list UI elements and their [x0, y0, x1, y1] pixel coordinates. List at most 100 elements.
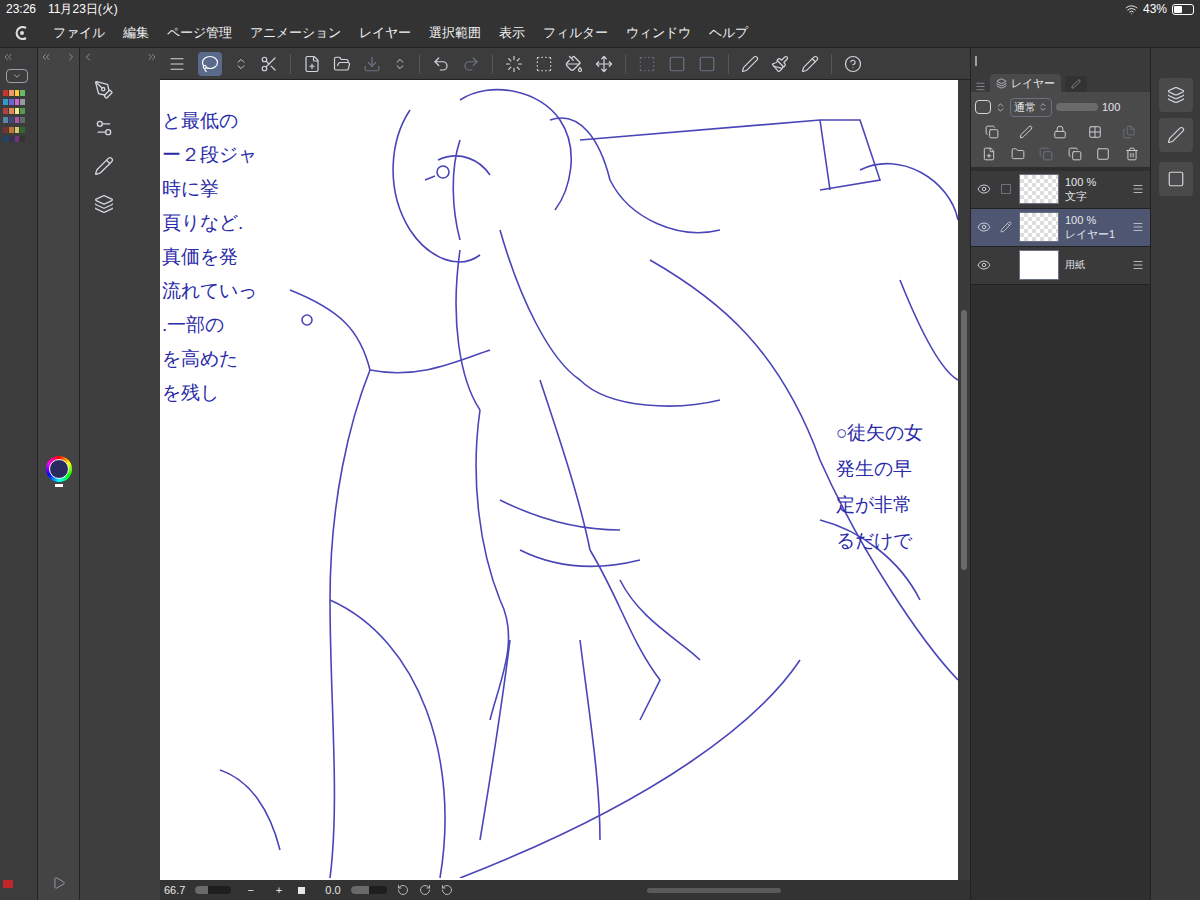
zoom-value[interactable]: 66.7 [164, 882, 185, 899]
pen-tool-icon[interactable] [94, 80, 114, 100]
fill-icon[interactable] [565, 55, 583, 73]
lasso-icon[interactable] [201, 55, 219, 73]
visibility-toggle[interactable] [977, 182, 993, 196]
reset-rotation-icon[interactable] [441, 884, 453, 896]
opacity-slider[interactable] [1056, 103, 1098, 111]
color-wheel-icon[interactable] [46, 456, 72, 482]
tool-icon[interactable] [260, 55, 278, 73]
brush-icon[interactable] [94, 156, 114, 176]
eye-icon[interactable] [977, 258, 991, 272]
other-tab[interactable] [1065, 76, 1087, 92]
selection-mode-button[interactable] [198, 52, 222, 76]
color-swatch[interactable] [15, 136, 20, 142]
collapse-icon[interactable] [2, 51, 14, 63]
visibility-toggle[interactable] [977, 220, 993, 234]
color-swatch[interactable] [20, 127, 25, 133]
switch-icon[interactable] [995, 102, 1006, 113]
new-layer-icon[interactable] [982, 147, 996, 161]
select-all-icon[interactable] [535, 55, 553, 73]
lock-transparency-icon[interactable] [1088, 125, 1102, 139]
pencil-icon[interactable] [801, 55, 819, 73]
brush-icon[interactable] [771, 55, 789, 73]
blend-mode-dropdown[interactable]: 通常 [1010, 98, 1052, 117]
property-icon[interactable] [1071, 79, 1081, 89]
color-swatch[interactable] [3, 90, 8, 96]
menu-item[interactable]: ヘルプ [700, 23, 757, 43]
border-icon[interactable] [698, 55, 716, 73]
dock-other-button[interactable] [1159, 162, 1193, 196]
new-folder-icon[interactable] [1011, 147, 1025, 161]
palette-dropdown[interactable] [0, 66, 37, 86]
visibility-toggle[interactable] [977, 258, 993, 272]
open-icon[interactable] [333, 55, 351, 73]
deselect-icon[interactable] [505, 55, 523, 73]
color-swatch[interactable] [3, 99, 8, 105]
scrollbar-thumb[interactable] [961, 310, 967, 570]
merge-icon[interactable] [1068, 147, 1082, 161]
expand-icon[interactable] [146, 51, 158, 63]
layer-row[interactable]: 100 %文字 [971, 171, 1150, 209]
ruler-icon[interactable] [741, 55, 759, 73]
current-color-icon[interactable] [3, 880, 13, 888]
reference-icon[interactable] [1019, 125, 1033, 139]
clip-icon[interactable] [985, 125, 999, 139]
menu-item[interactable]: アニメーション [241, 23, 350, 43]
mask-create-icon[interactable] [1096, 147, 1110, 161]
canvas[interactable]: と最低のー２段ジャ時に挙頁りなど.真価を発流れていっ.一部のを高めたを残し○徒矢… [160, 80, 958, 880]
chevron-down-icon[interactable] [12, 71, 22, 81]
color-swatch[interactable] [3, 127, 8, 133]
clear-icon[interactable] [638, 55, 656, 73]
subcolor-icon[interactable] [55, 484, 63, 487]
checkbox[interactable] [1001, 184, 1011, 194]
collapse-icon[interactable] [82, 51, 94, 63]
property-icon[interactable] [1167, 126, 1185, 144]
layer-row[interactable]: 用紙 [971, 247, 1150, 285]
color-swatch[interactable] [15, 117, 20, 123]
color-swatch[interactable] [20, 90, 25, 96]
layer-tab[interactable]: レイヤー [990, 74, 1061, 92]
color-swatch[interactable] [9, 99, 14, 105]
rotate-right-icon[interactable] [419, 884, 431, 896]
layers-icon[interactable] [1167, 86, 1185, 104]
layers-icon[interactable] [996, 78, 1007, 89]
menu-item[interactable]: ウィンドウ [617, 23, 700, 43]
layer-menu-icon[interactable] [1132, 221, 1144, 233]
app-logo-icon[interactable] [0, 24, 44, 42]
color-swatch[interactable] [3, 108, 8, 114]
fit-icon[interactable] [298, 887, 305, 894]
save-icon[interactable] [363, 55, 381, 73]
undo-icon[interactable] [432, 55, 450, 73]
color-swatch[interactable] [9, 90, 14, 96]
panel-menu-icon[interactable] [975, 81, 986, 92]
switch-icon[interactable] [234, 57, 248, 71]
lock-icon[interactable] [1053, 125, 1067, 139]
dock-property-button[interactable] [1159, 118, 1193, 152]
color-swatch[interactable] [20, 99, 25, 105]
zoom-slider[interactable] [195, 886, 231, 894]
layer-row[interactable]: 100 %レイヤー1 [971, 209, 1150, 247]
transform-icon[interactable] [595, 55, 613, 73]
menu-item[interactable]: レイヤー [350, 23, 420, 43]
color-swatch[interactable] [20, 136, 25, 142]
menu-icon[interactable] [168, 55, 186, 73]
color-swatch[interactable] [9, 117, 14, 123]
opacity-value[interactable]: 100 [1102, 99, 1120, 116]
color-swatch[interactable] [20, 108, 25, 114]
help-icon[interactable] [844, 55, 862, 73]
zoom-out-button[interactable]: − [241, 882, 259, 899]
eye-icon[interactable] [977, 220, 991, 234]
menu-item[interactable]: 表示 [490, 23, 534, 43]
transfer-icon[interactable] [1039, 147, 1053, 161]
blend-icon[interactable] [975, 100, 991, 114]
zoom-in-button[interactable]: + [270, 882, 288, 899]
layer-menu-icon[interactable] [1132, 183, 1144, 195]
panel-icon[interactable] [1167, 170, 1185, 188]
eye-icon[interactable] [977, 182, 991, 196]
color-swatch[interactable] [20, 117, 25, 123]
color-swatch[interactable] [15, 108, 20, 114]
color-swatch[interactable] [9, 127, 14, 133]
layer-menu-icon[interactable] [1132, 259, 1144, 271]
new-file-icon[interactable] [303, 55, 321, 73]
color-swatch[interactable] [15, 99, 20, 105]
menu-item[interactable]: フィルター [534, 23, 617, 43]
